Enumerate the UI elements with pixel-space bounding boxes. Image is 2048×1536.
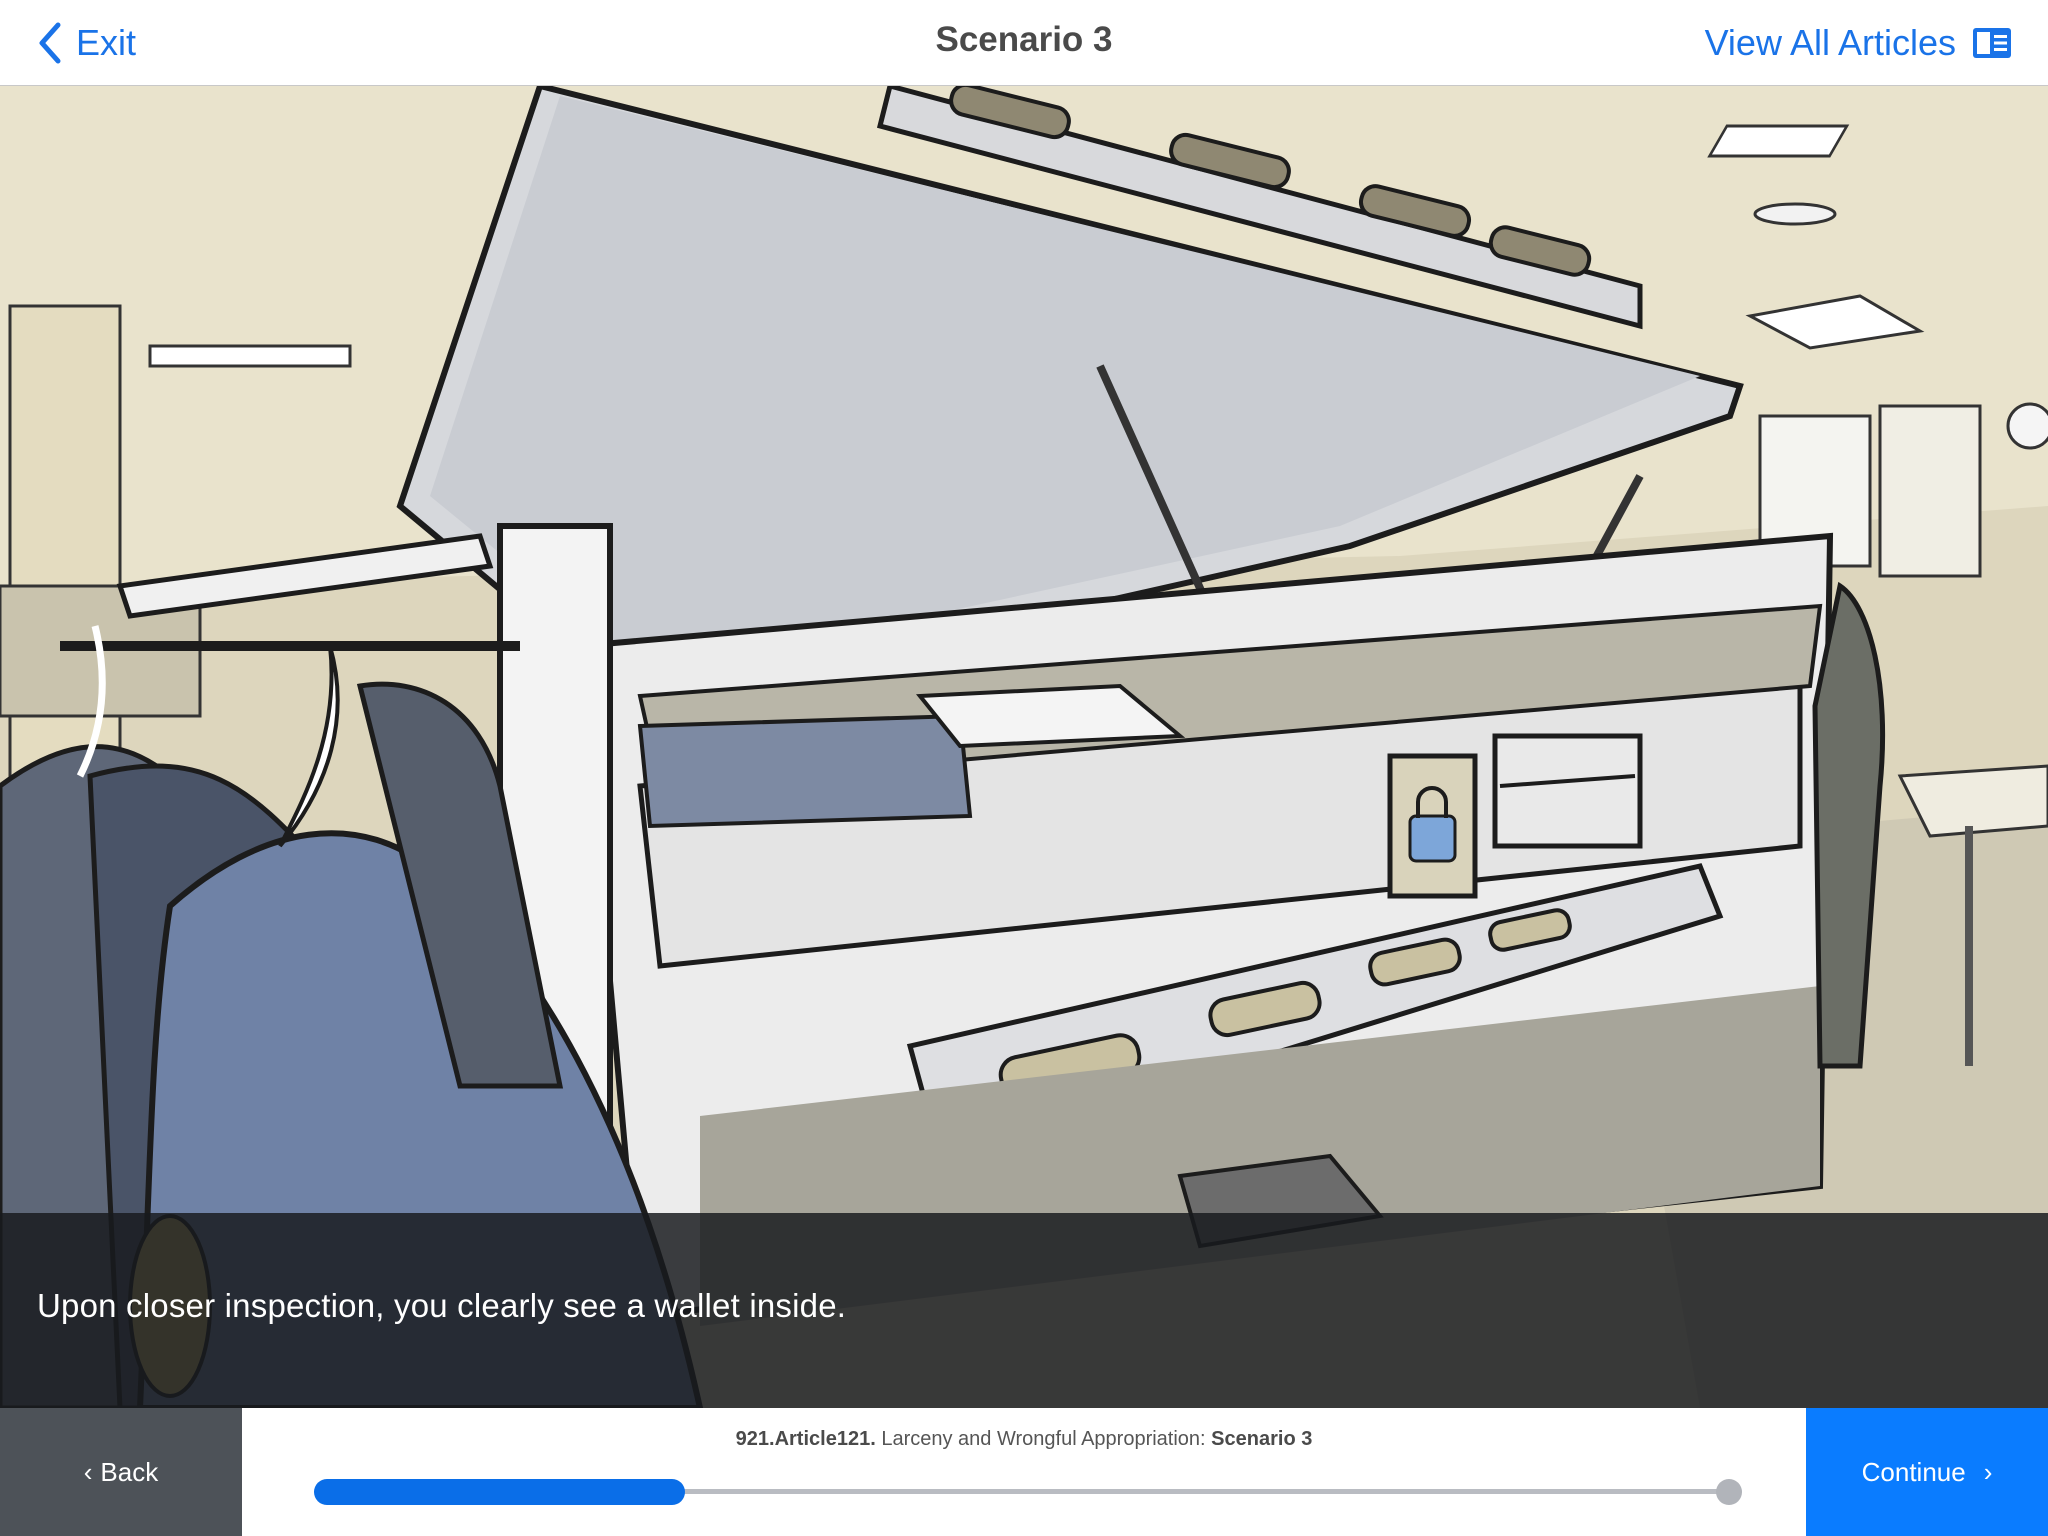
progress-end-marker [1716, 1479, 1742, 1505]
article-list-icon [1973, 28, 2011, 58]
view-all-articles-button[interactable]: View All Articles [1705, 18, 2012, 68]
continue-button[interactable]: Continue › [1806, 1408, 2048, 1536]
article-breadcrumb: 921.Article121. Larceny and Wrongful App… [242, 1428, 1806, 1451]
back-button[interactable]: ‹ Back [0, 1408, 242, 1536]
view-all-articles-label: View All Articles [1704, 22, 1956, 63]
scenario-progress-bar [314, 1476, 1742, 1508]
article-id: 921.Article121. [735, 1428, 876, 1450]
top-navigation-bar: Exit Scenario 3 View All Articles [0, 0, 2048, 86]
barracks-locker-illustration [0, 86, 2048, 1408]
continue-label: Continue [1861, 1456, 1966, 1487]
chevron-right-icon: › [1983, 1456, 1993, 1487]
article-scenario: Scenario 3 [1211, 1428, 1313, 1450]
scene-caption: Upon closer inspection, you clearly see … [37, 1287, 847, 1324]
back-label: Back [100, 1456, 159, 1487]
article-title: Larceny and Wrongful Appropriation: [881, 1428, 1206, 1450]
progress-fill [314, 1479, 686, 1505]
bottom-bar: ‹ Back 921.Article121. Larceny and Wrong… [0, 1408, 2048, 1536]
chevron-left-icon: ‹ [83, 1456, 93, 1487]
scene-illustration [0, 86, 2048, 1408]
